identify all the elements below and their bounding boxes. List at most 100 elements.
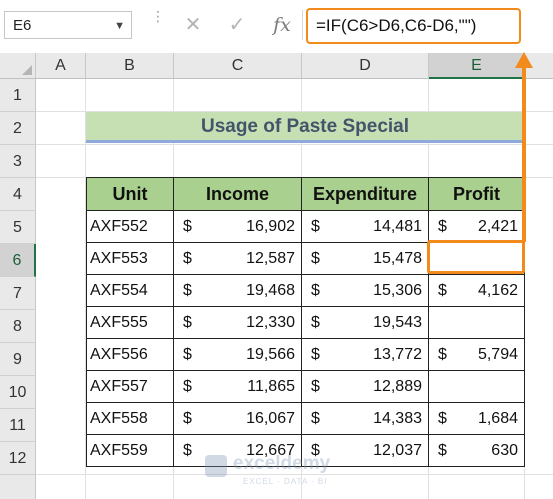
- cell-income[interactable]: $11,865: [173, 370, 302, 403]
- currency-symbol: $: [311, 346, 320, 363]
- currency-symbol: $: [311, 218, 320, 235]
- header-expenditure[interactable]: Expenditure: [301, 177, 429, 211]
- row-header-12[interactable]: 12: [0, 442, 36, 475]
- income-value: 12,330: [246, 314, 295, 331]
- currency-symbol: $: [183, 378, 192, 395]
- select-all-button[interactable]: [0, 53, 36, 79]
- cell-unit[interactable]: AXF556: [86, 338, 174, 371]
- cell-expenditure[interactable]: $14,481: [301, 210, 429, 243]
- currency-symbol: $: [183, 250, 192, 267]
- column-header-b[interactable]: B: [86, 53, 174, 79]
- profit-value: 2,421: [477, 218, 518, 235]
- cell-unit[interactable]: AXF553: [86, 242, 174, 275]
- cell-expenditure[interactable]: $14,383: [301, 402, 429, 435]
- cell-income[interactable]: $16,067: [173, 402, 302, 435]
- currency-symbol: $: [311, 410, 320, 427]
- income-value: 19,566: [246, 346, 295, 363]
- expenditure-value: 12,889: [373, 378, 422, 395]
- expenditure-value: 15,306: [373, 282, 422, 299]
- currency-symbol: $: [438, 346, 447, 363]
- row-header-1[interactable]: 1: [0, 79, 36, 112]
- cell-profit[interactable]: $2,421: [428, 210, 525, 243]
- row-header-5[interactable]: 5: [0, 211, 36, 244]
- column-header-c[interactable]: C: [174, 53, 302, 79]
- income-value: 12,587: [246, 250, 295, 267]
- name-box[interactable]: E6 ▼: [4, 11, 132, 39]
- currency-symbol: $: [183, 282, 192, 299]
- formula-text: =IF(C6>D6,C6-D6,""): [316, 16, 477, 35]
- cell-profit[interactable]: $5,794: [428, 338, 525, 371]
- row-header-6[interactable]: 6: [0, 244, 36, 277]
- cell-unit[interactable]: AXF552: [86, 210, 174, 243]
- cell-profit[interactable]: [428, 370, 525, 403]
- row-header-11[interactable]: 11: [0, 409, 36, 442]
- cell-expenditure[interactable]: $13,772: [301, 338, 429, 371]
- cell-expenditure[interactable]: $12,889: [301, 370, 429, 403]
- cell-income[interactable]: $16,902: [173, 210, 302, 243]
- row-header-10[interactable]: 10: [0, 376, 36, 409]
- insert-function-icon[interactable]: fx: [264, 12, 300, 38]
- watermark-name: exceldemy: [233, 453, 331, 474]
- cell-income[interactable]: $19,566: [173, 338, 302, 371]
- income-value: 16,067: [246, 410, 295, 427]
- income-value: 16,902: [246, 218, 295, 235]
- chevron-down-icon[interactable]: ▼: [114, 20, 125, 32]
- cell-expenditure[interactable]: $19,543: [301, 306, 429, 339]
- cell-expenditure[interactable]: $15,306: [301, 274, 429, 307]
- cancel-icon[interactable]: ✕: [175, 12, 211, 38]
- cell-income[interactable]: $12,330: [173, 306, 302, 339]
- sheet-title[interactable]: Usage of Paste Special: [86, 112, 524, 143]
- cell-unit[interactable]: AXF555: [86, 306, 174, 339]
- row-header-13[interactable]: [0, 475, 36, 499]
- formula-bar-divider: [302, 10, 303, 40]
- currency-symbol: $: [438, 218, 447, 235]
- currency-symbol: $: [183, 346, 192, 363]
- profit-value: 1,684: [477, 410, 518, 427]
- currency-symbol: $: [311, 314, 320, 331]
- expenditure-value: 19,543: [373, 314, 422, 331]
- currency-symbol: $: [438, 282, 447, 299]
- profit-value: 630: [491, 442, 518, 459]
- watermark: exceldemy EXCEL · DATA · BI: [205, 451, 355, 491]
- cell-unit[interactable]: AXF558: [86, 402, 174, 435]
- watermark-tagline: EXCEL · DATA · BI: [243, 477, 328, 486]
- selected-cell-highlight: [427, 240, 525, 274]
- currency-symbol: $: [311, 250, 320, 267]
- column-header-e[interactable]: E: [429, 53, 525, 79]
- cell-profit[interactable]: $1,684: [428, 402, 525, 435]
- cell-profit[interactable]: [428, 306, 525, 339]
- row-header-3[interactable]: 3: [0, 145, 36, 178]
- arrow-up-icon: [515, 52, 533, 68]
- currency-symbol: $: [311, 378, 320, 395]
- currency-symbol: $: [183, 314, 192, 331]
- header-income[interactable]: Income: [173, 177, 302, 211]
- cell-income[interactable]: $12,587: [173, 242, 302, 275]
- expenditure-value: 13,772: [373, 346, 422, 363]
- row-header-2[interactable]: 2: [0, 112, 36, 145]
- row-header-7[interactable]: 7: [0, 277, 36, 310]
- row-header-9[interactable]: 9: [0, 343, 36, 376]
- cell-income[interactable]: $19,468: [173, 274, 302, 307]
- expenditure-value: 12,037: [373, 442, 422, 459]
- column-header-a[interactable]: A: [36, 53, 86, 79]
- currency-symbol: $: [183, 442, 192, 459]
- expenditure-value: 14,481: [373, 218, 422, 235]
- exceldemy-logo-icon: [205, 455, 227, 477]
- profit-value: 4,162: [477, 282, 518, 299]
- row-header-8[interactable]: 8: [0, 310, 36, 343]
- cell-expenditure[interactable]: $15,478: [301, 242, 429, 275]
- cell-profit[interactable]: $4,162: [428, 274, 525, 307]
- cell-profit[interactable]: $630: [428, 434, 525, 467]
- row-header-4[interactable]: 4: [0, 178, 36, 211]
- cell-unit[interactable]: AXF557: [86, 370, 174, 403]
- currency-symbol: $: [311, 282, 320, 299]
- drag-handle-icon[interactable]: ⋮: [151, 9, 165, 38]
- enter-icon[interactable]: ✓: [219, 12, 255, 38]
- header-profit[interactable]: Profit: [428, 177, 525, 211]
- formula-input[interactable]: =IF(C6>D6,C6-D6,""): [306, 8, 521, 44]
- column-header-d[interactable]: D: [302, 53, 429, 79]
- cell-unit[interactable]: AXF559: [86, 434, 174, 467]
- header-unit[interactable]: Unit: [86, 177, 174, 211]
- currency-symbol: $: [438, 442, 447, 459]
- cell-unit[interactable]: AXF554: [86, 274, 174, 307]
